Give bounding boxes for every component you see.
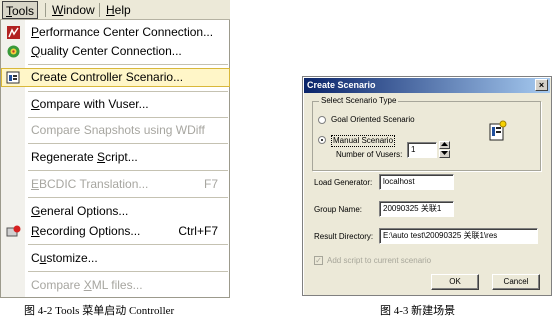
close-button[interactable]: × xyxy=(535,79,548,91)
menu-help[interactable]: Help xyxy=(103,2,134,18)
menu-bar-separator xyxy=(99,3,100,17)
manual-scenario-radio[interactable] xyxy=(318,136,326,144)
menu-tools[interactable]: Tools xyxy=(2,1,39,19)
result-directory-input[interactable]: E:\auto test\20090325 关联1\res xyxy=(379,228,538,244)
menu-item-label: General Options... xyxy=(31,204,129,218)
figure-caption-right: 图 4-3 新建场景 xyxy=(380,305,456,317)
vusers-spin-up[interactable] xyxy=(439,141,450,149)
vusers-label: Number of Vusers: xyxy=(336,150,403,159)
menu-window-label: Window xyxy=(52,3,95,17)
menu-item-ebcdic-translation: EBCDIC Translation... F7 xyxy=(1,175,230,194)
chevron-down-icon xyxy=(441,151,448,155)
scenario-wizard-icon xyxy=(489,120,507,141)
menu-separator xyxy=(28,143,228,144)
menu-item-customize[interactable]: Customize... xyxy=(1,249,230,268)
scenario-type-group-label: Select Scenario Type xyxy=(319,96,399,106)
tools-menu-figure: Tools Window Help Performance Center Con… xyxy=(0,0,230,298)
menu-separator xyxy=(28,197,228,198)
menu-separator xyxy=(28,271,228,272)
menu-item-compare-snapshots: Compare Snapshots using WDiff xyxy=(1,121,230,140)
menu-item-label: Performance Center Connection... xyxy=(31,25,214,39)
menu-item-label: Create Controller Scenario... xyxy=(31,70,184,84)
menu-item-compare-xml-files: Compare XML files... xyxy=(1,276,230,295)
menu-separator xyxy=(28,91,228,92)
ok-button[interactable]: OK xyxy=(431,274,479,290)
ok-button-label: OK xyxy=(449,277,461,286)
menu-item-compare-with-vuser[interactable]: Compare with Vuser... xyxy=(1,95,230,114)
vusers-spin-down[interactable] xyxy=(439,150,450,158)
performance-center-icon xyxy=(7,26,20,39)
add-script-label: Add script to current scenario xyxy=(327,256,432,265)
menu-item-label: Regenerate Script... xyxy=(31,150,138,164)
goal-oriented-radio[interactable] xyxy=(318,116,326,124)
menu-item-label: Quality Center Connection... xyxy=(31,44,182,58)
menu-item-performance-center[interactable]: Performance Center Connection... xyxy=(1,23,230,42)
menu-item-label: Customize... xyxy=(31,251,98,265)
menu-bar: Tools Window Help xyxy=(0,0,230,20)
result-directory-label: Result Directory: xyxy=(314,232,374,241)
menu-item-label: Compare Snapshots using WDiff xyxy=(31,123,205,137)
menu-bar-separator xyxy=(45,3,46,17)
controller-scenario-icon xyxy=(6,71,20,84)
cancel-button-label: Cancel xyxy=(503,277,529,286)
menu-item-accelerator: Ctrl+F7 xyxy=(178,224,218,238)
load-generator-label: Load Generator: xyxy=(314,178,373,187)
menu-window[interactable]: Window xyxy=(49,2,98,18)
menu-item-label: Compare with Vuser... xyxy=(31,97,149,111)
scenario-type-group: Select Scenario Type Goal Oriented Scena… xyxy=(312,96,541,171)
manual-scenario-label: Manual Scenario xyxy=(331,135,396,147)
menu-item-quality-center[interactable]: Quality Center Connection... xyxy=(1,42,230,61)
add-script-checkbox: ✓ xyxy=(314,256,323,265)
menu-item-label: Compare XML files... xyxy=(31,278,143,292)
vusers-input[interactable]: 1 xyxy=(407,142,437,158)
dialog-title: Create Scenario xyxy=(307,80,376,90)
chevron-up-icon xyxy=(441,142,448,146)
menu-item-label: EBCDIC Translation... xyxy=(31,177,149,191)
close-icon: × xyxy=(538,80,545,90)
dialog-titlebar: Create Scenario × xyxy=(304,78,550,93)
group-name-label: Group Name: xyxy=(314,205,363,214)
menu-tools-label: Tools xyxy=(6,4,35,18)
cancel-button[interactable]: Cancel xyxy=(492,274,540,290)
menu-item-general-options[interactable]: General Options... xyxy=(1,202,230,221)
figure-caption-left: 图 4-2 Tools 菜单启动 Controller xyxy=(24,305,175,317)
goal-oriented-label: Goal Oriented Scenario xyxy=(331,115,415,124)
group-name-input[interactable]: 20090325 关联1 xyxy=(379,201,454,217)
load-generator-input[interactable]: localhost xyxy=(379,174,454,190)
menu-separator xyxy=(28,64,228,65)
menu-item-label: Recording Options... xyxy=(31,224,141,238)
menu-separator xyxy=(28,244,228,245)
menu-item-accelerator: F7 xyxy=(203,177,218,191)
menu-help-label: Help xyxy=(106,3,131,17)
menu-item-recording-options[interactable]: Recording Options... Ctrl+F7 xyxy=(1,222,230,241)
quality-center-icon xyxy=(7,45,20,58)
tools-dropdown: Performance Center Connection... Quality… xyxy=(0,20,230,298)
create-scenario-dialog: Create Scenario × Select Scenario Type G… xyxy=(302,76,552,296)
menu-item-create-controller-scenario[interactable]: Create Controller Scenario... xyxy=(1,68,230,87)
menu-separator xyxy=(28,170,228,171)
menu-item-regenerate-script[interactable]: Regenerate Script... xyxy=(1,148,230,167)
menu-separator xyxy=(28,117,228,118)
recording-options-icon xyxy=(6,225,21,237)
